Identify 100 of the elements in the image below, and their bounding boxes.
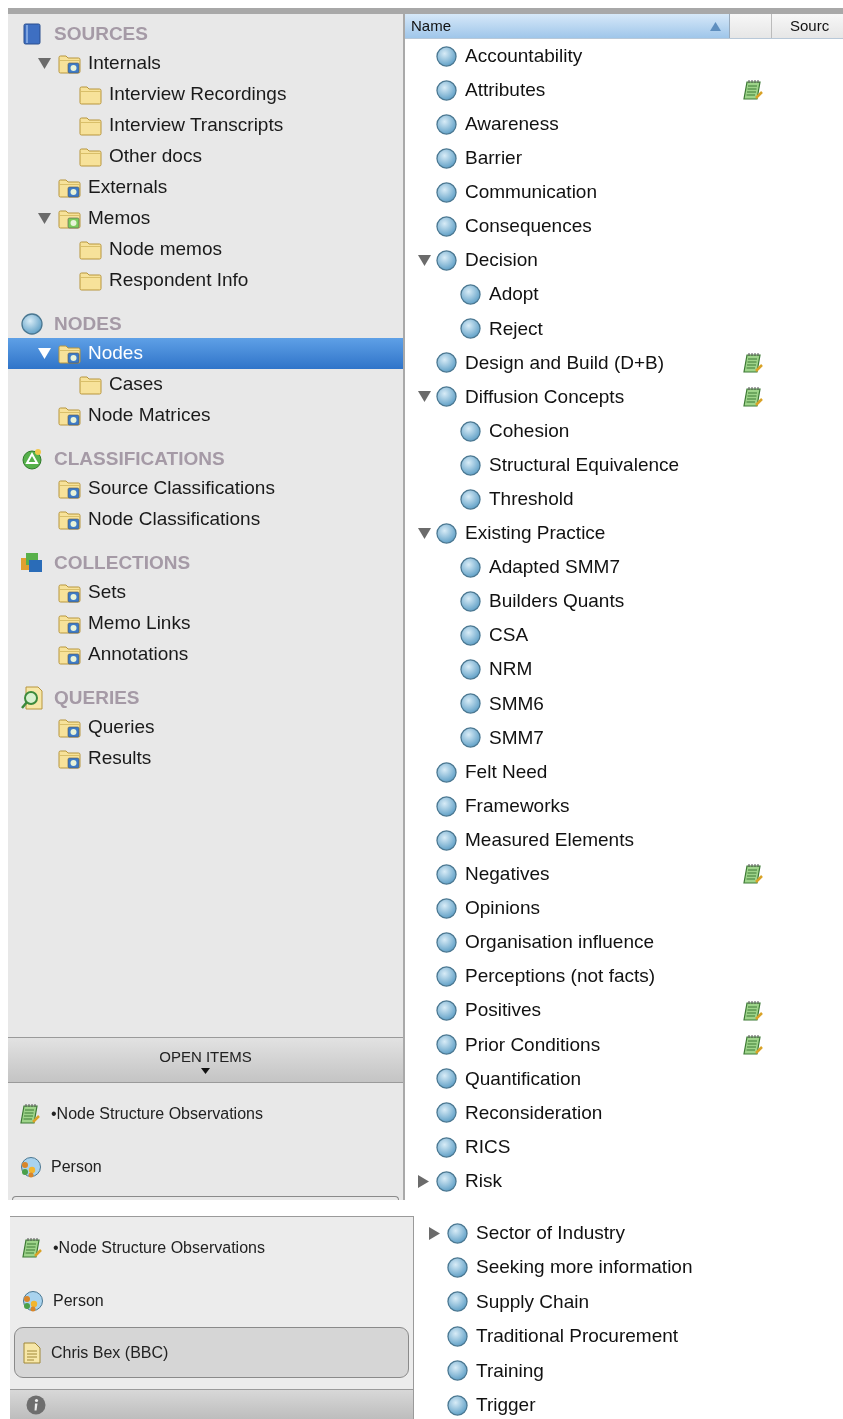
collapse-triangle-icon[interactable] [418, 1174, 429, 1188]
node-row[interactable]: Reject [405, 311, 843, 346]
node-name: Adopt [489, 282, 539, 307]
sphere-icon [436, 1102, 457, 1124]
section-heading: NODES [54, 311, 122, 336]
open-item[interactable]: •Node Structure Observations [10, 1087, 401, 1140]
sidebar-item[interactable]: Interview Recordings [8, 79, 403, 110]
node-name: Opinions [465, 896, 540, 921]
expand-triangle-icon[interactable] [418, 527, 431, 539]
node-name: Perceptions (not facts) [465, 964, 656, 989]
sidebar-item[interactable]: Queries [8, 712, 403, 743]
sphere-icon [460, 727, 481, 749]
node-row[interactable]: Attributes [405, 73, 843, 108]
node-name: Frameworks [465, 793, 570, 818]
node-row[interactable]: SMM7 [405, 720, 843, 755]
sidebar-item[interactable]: Node Classifications [8, 504, 403, 535]
node-row[interactable]: Existing Practice [405, 516, 843, 551]
node-row[interactable]: Trigger [414, 1387, 843, 1419]
node-row[interactable]: Diffusion Concepts [405, 379, 843, 415]
node-row[interactable]: Seeking more information [414, 1250, 843, 1285]
node-row[interactable]: Design and Build (D+B) [405, 345, 843, 380]
open-item[interactable]: •Node Structure Observations [12, 1221, 411, 1274]
node-row[interactable]: Reconsideration [405, 1095, 843, 1130]
expand-triangle-icon[interactable] [38, 213, 51, 224]
source-column-header[interactable]: Sourc [772, 14, 843, 38]
node-row[interactable]: Felt Need [405, 754, 843, 790]
node-row[interactable]: Consequences [405, 209, 843, 244]
node-row[interactable]: Structural Equivalence [405, 448, 843, 483]
name-column-header[interactable]: Name [405, 14, 730, 38]
badged-folder-icon [58, 343, 81, 364]
node-row[interactable]: Risk [405, 1164, 843, 1199]
node-name: Reject [489, 316, 543, 341]
sidebar-item[interactable]: Externals [8, 172, 403, 203]
node-row[interactable]: Threshold [405, 482, 843, 517]
sort-ascending-icon [710, 21, 721, 31]
sidebar-item[interactable]: Node memos [8, 234, 403, 265]
sidebar-item[interactable]: Respondent Info [8, 265, 403, 296]
open-item[interactable]: Person [10, 1140, 401, 1193]
node-name: Supply Chain [476, 1289, 590, 1314]
node-row[interactable]: Organisation influence [405, 925, 843, 960]
node-row[interactable]: Negatives [405, 857, 843, 892]
collapse-triangle-icon[interactable] [429, 1226, 440, 1240]
node-row[interactable]: Quantification [405, 1061, 843, 1096]
sidebar-item[interactable]: Nodes [8, 338, 403, 369]
expand-triangle-icon[interactable] [418, 391, 431, 403]
badged-folder-icon [58, 748, 81, 769]
sphere-icon [460, 420, 481, 442]
node-row[interactable]: Perceptions (not facts) [405, 959, 843, 994]
sidebar-item[interactable]: Sets [8, 577, 403, 608]
node-row[interactable]: Prior Conditions [405, 1027, 843, 1062]
node-row[interactable]: Barrier [405, 141, 843, 176]
notepad-icon [21, 1236, 43, 1259]
sphere-icon [436, 216, 457, 237]
sidebar-item[interactable]: Interview Transcripts [8, 110, 403, 141]
sidebar-item[interactable]: Internals [8, 48, 403, 79]
info-icon[interactable] [26, 1394, 46, 1415]
folder-icon [79, 115, 102, 136]
node-row[interactable]: Communication [405, 175, 843, 210]
expand-triangle-icon[interactable] [38, 58, 51, 69]
badged-folder-icon [58, 478, 81, 499]
book-icon [23, 23, 41, 45]
sidebar-item[interactable]: Source Classifications [8, 473, 403, 504]
node-row[interactable]: Adapted SMM7 [405, 550, 843, 585]
expand-triangle-icon[interactable] [38, 348, 51, 359]
sidebar-item[interactable]: Other docs [8, 141, 403, 172]
sidebar-item[interactable]: Cases [8, 369, 403, 400]
sphere-icon [436, 1000, 457, 1022]
open-item[interactable]: Person [12, 1274, 411, 1327]
sidebar-item[interactable]: Node Matrices [8, 400, 403, 431]
node-row[interactable]: Cohesion [405, 414, 843, 449]
sphere-icon [460, 454, 481, 476]
node-row[interactable]: Supply Chain [414, 1284, 843, 1320]
node-row[interactable]: Measured Elements [405, 823, 843, 858]
node-row[interactable]: Awareness [405, 107, 843, 142]
sphere-icon [436, 761, 457, 783]
open-items-header[interactable]: OPEN ITEMS [8, 1037, 403, 1083]
sphere-icon [436, 1170, 457, 1192]
node-row[interactable]: Traditional Procurement [414, 1319, 843, 1354]
node-row[interactable]: CSA [405, 618, 843, 653]
open-item[interactable]: Chris Bex (BBC) [14, 1327, 409, 1378]
node-row[interactable]: NRM [405, 652, 843, 687]
sidebar-item[interactable]: Annotations [8, 639, 403, 670]
node-row[interactable]: Accountability [405, 39, 843, 74]
node-row[interactable]: Decision [405, 243, 843, 278]
badged-folder-icon [58, 53, 81, 74]
node-row[interactable]: Adopt [405, 277, 843, 312]
sidebar-item[interactable]: Results [8, 743, 403, 774]
node-row[interactable]: SMM6 [405, 686, 843, 721]
sphere-icon [436, 1068, 457, 1090]
node-row[interactable]: Sector of Industry [414, 1216, 843, 1251]
node-row[interactable]: Builders Quants [405, 584, 843, 619]
node-row[interactable]: Positives [405, 993, 843, 1028]
sidebar-item[interactable]: Memo Links [8, 608, 403, 639]
node-row[interactable]: RICS [405, 1130, 843, 1165]
node-row[interactable]: Opinions [405, 891, 843, 926]
expand-triangle-icon[interactable] [418, 255, 431, 267]
node-name: Design and Build (D+B) [465, 350, 665, 375]
node-row[interactable]: Training [414, 1353, 843, 1388]
sidebar-item[interactable]: Memos [8, 203, 403, 234]
node-row[interactable]: Frameworks [405, 789, 843, 824]
